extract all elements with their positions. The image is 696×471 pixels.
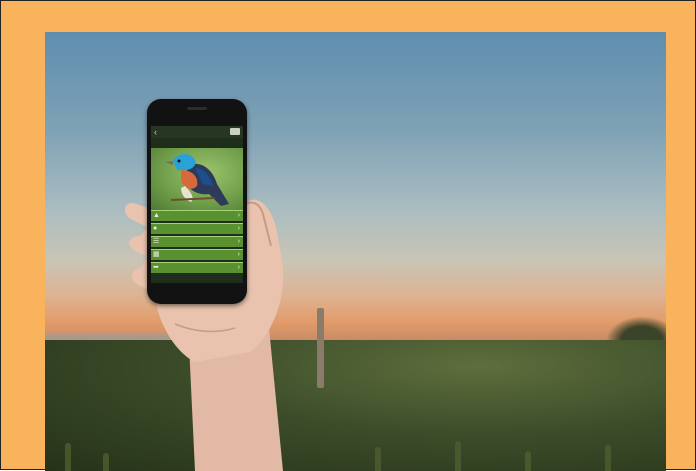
menu-icon[interactable] (230, 128, 240, 135)
smartphone: ‹ ▲ › ● › ☰ › ▦ › ➥ › (147, 99, 247, 304)
phone-speaker (187, 107, 207, 110)
menu-item-1[interactable]: ▲ › (151, 210, 243, 221)
app-menu: ▲ › ● › ☰ › ▦ › ➥ › (151, 210, 243, 283)
phone-screen: ‹ ▲ › ● › ☰ › ▦ › ➥ › (151, 126, 243, 283)
chevron-right-icon: › (237, 212, 240, 219)
feather-icon: ➥ (153, 264, 159, 271)
info-icon: ● (153, 225, 158, 232)
app-topbar: ‹ (151, 126, 243, 138)
back-arrow-icon[interactable]: ‹ (154, 127, 157, 137)
bird-image (165, 154, 229, 206)
hand-holding-phone (124, 199, 284, 471)
menu-item-4[interactable]: ▦ › (151, 249, 243, 260)
orange-frame: ‹ ▲ › ● › ☰ › ▦ › ➥ › (0, 0, 696, 471)
menu-item-3[interactable]: ☰ › (151, 236, 243, 247)
chevron-right-icon: › (237, 264, 240, 271)
bird-photo (151, 148, 243, 210)
chevron-right-icon: › (237, 225, 240, 232)
chevron-right-icon: › (237, 238, 240, 245)
list-icon: ☰ (153, 238, 160, 245)
bird-icon: ▲ (153, 212, 160, 219)
menu-item-5[interactable]: ➥ › (151, 262, 243, 273)
menu-item-2[interactable]: ● › (151, 223, 243, 234)
map-icon: ▦ (153, 251, 160, 258)
photograph: ‹ ▲ › ● › ☰ › ▦ › ➥ › (45, 32, 666, 471)
chevron-right-icon: › (237, 251, 240, 258)
